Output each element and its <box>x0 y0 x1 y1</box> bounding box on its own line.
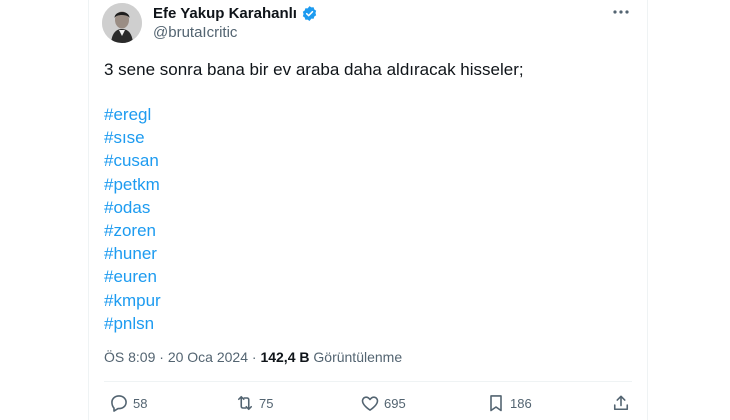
tweet-time[interactable]: ÖS 8:09 <box>104 349 155 365</box>
views-label: Görüntülenme <box>313 349 403 365</box>
author-name-row: Efe Yakup Karahanlı <box>153 5 318 22</box>
avatar[interactable] <box>102 3 142 43</box>
tweet-meta: ÖS 8:09 · 20 Oca 2024 · 142,4 B Görüntül… <box>104 349 402 365</box>
hashtag-link[interactable]: #petkm <box>104 173 161 196</box>
bookmark-button[interactable]: 186 <box>486 393 532 413</box>
tweet-text: 3 sene sonra bana bir ev araba daha aldı… <box>104 60 524 79</box>
hashtag-link[interactable]: #pnlsn <box>104 312 161 335</box>
more-icon <box>613 10 629 14</box>
meta-separator: · <box>251 349 257 365</box>
hashtag-link[interactable]: #euren <box>104 265 161 288</box>
author-display-name[interactable]: Efe Yakup Karahanlı <box>153 5 297 22</box>
share-icon <box>613 395 629 411</box>
hashtag-link[interactable]: #sıse <box>104 126 161 149</box>
like-icon <box>361 396 379 411</box>
hashtag-link[interactable]: #eregl <box>104 103 161 126</box>
action-bar: 58 75 695 186 <box>104 393 632 419</box>
retweet-count: 75 <box>259 395 274 411</box>
bookmark-icon <box>490 395 502 412</box>
bookmark-count: 186 <box>510 395 532 411</box>
hashtag-link[interactable]: #cusan <box>104 149 161 172</box>
like-button[interactable]: 695 <box>360 393 406 413</box>
reply-count: 58 <box>133 395 148 411</box>
more-button[interactable] <box>609 2 633 22</box>
like-count: 695 <box>384 395 406 411</box>
meta-separator: · <box>159 349 164 365</box>
hashtag-link[interactable]: #zoren <box>104 219 161 242</box>
reply-icon <box>111 395 127 412</box>
views-count: 142,4 B <box>260 349 310 365</box>
reply-button[interactable]: 58 <box>109 393 147 413</box>
tweet-card: Efe Yakup Karahanlı @brutaIcritic 3 sene… <box>88 0 648 420</box>
verified-badge-icon <box>302 6 317 21</box>
retweet-button[interactable]: 75 <box>235 393 273 413</box>
hashtag-link[interactable]: #odas <box>104 196 161 219</box>
hashtag-link[interactable]: #kmpur <box>104 289 161 312</box>
tweet-date[interactable]: 20 Oca 2024 <box>168 349 248 365</box>
hashtag-link[interactable]: #huner <box>104 242 161 265</box>
share-button[interactable] <box>611 393 631 413</box>
hashtag-list: #eregl #sıse #cusan #petkm #odas #zoren … <box>104 103 161 335</box>
divider <box>104 381 632 382</box>
retweet-icon <box>237 395 253 411</box>
author-handle[interactable]: @brutaIcritic <box>153 24 237 41</box>
